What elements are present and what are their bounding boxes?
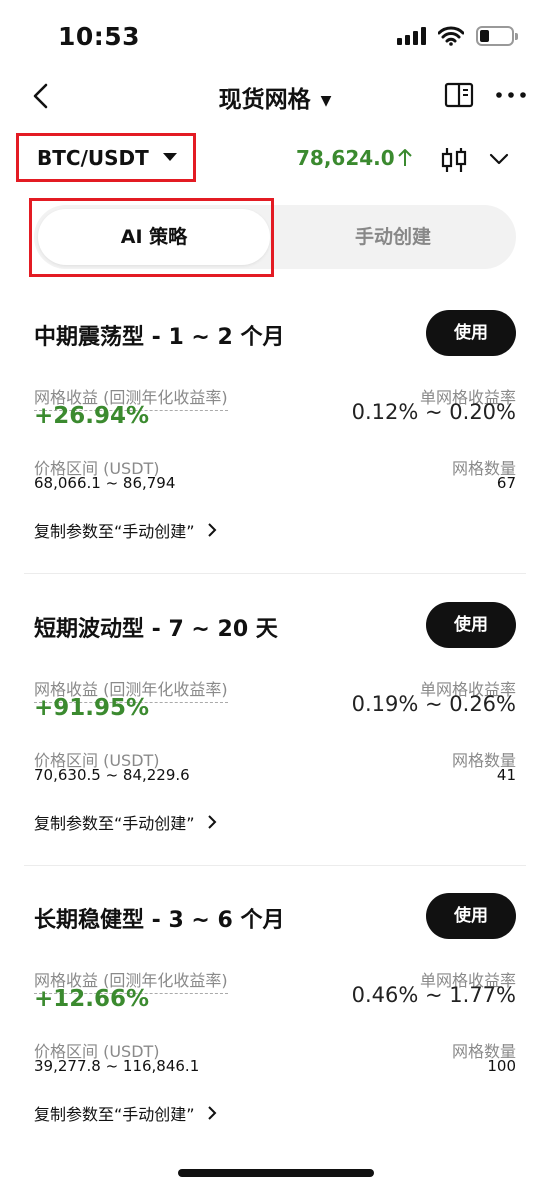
copy-params-label: 复制参数至“手动创建” <box>34 522 195 541</box>
chevron-right-icon <box>207 815 217 829</box>
range-value: 68,066.1 ~ 86,794 <box>34 474 176 492</box>
use-button[interactable]: 使用 <box>426 310 516 356</box>
candlestick-icon[interactable] <box>440 146 468 174</box>
tab-manual-create[interactable]: 手动创建 <box>274 209 512 265</box>
yield-value: +26.94% <box>34 403 150 429</box>
signal-icon <box>397 27 426 45</box>
more-icon[interactable] <box>494 80 528 110</box>
pair-symbol: BTC/USDT <box>37 146 149 170</box>
dropdown-caret-icon: ▼ <box>320 92 332 109</box>
chevron-right-icon <box>207 1106 217 1120</box>
chevron-down-icon[interactable] <box>488 150 510 168</box>
wifi-icon <box>438 26 464 46</box>
price-up-arrow-icon <box>398 149 412 166</box>
grid-count-value: 100 <box>487 1057 516 1075</box>
strategy-card: 中期震荡型 - 1 ~ 2 个月 使用 网格收益 (回测年化收益率) 单网格收益… <box>0 300 550 550</box>
grid-count-value: 67 <box>496 474 516 492</box>
strategy-title: 长期稳健型 - 3 ~ 6 个月 <box>34 908 285 933</box>
pair-selector[interactable]: BTC/USDT <box>16 133 196 182</box>
range-value: 39,277.8 ~ 116,846.1 <box>34 1057 200 1075</box>
per-grid-value: 0.46% ~ 1.77% <box>351 983 516 1007</box>
battery-icon <box>476 26 518 46</box>
copy-params-link[interactable]: 复制参数至“手动创建” <box>34 1101 217 1125</box>
nav-bar: 现货网格 ▼ <box>0 70 550 122</box>
tab-ai-strategy[interactable]: AI 策略 <box>38 209 270 265</box>
status-time: 10:53 <box>58 22 141 51</box>
copy-params-label: 复制参数至“手动创建” <box>34 1105 195 1124</box>
home-indicator[interactable] <box>178 1169 374 1177</box>
divider <box>24 573 526 574</box>
strategy-title: 中期震荡型 - 1 ~ 2 个月 <box>34 325 285 350</box>
chevron-right-icon <box>207 523 217 537</box>
copy-params-link[interactable]: 复制参数至“手动创建” <box>34 518 217 542</box>
page-title-text: 现货网格 <box>218 87 311 113</box>
strategy-tabs: AI 策略 手动创建 <box>34 205 516 269</box>
pair-dropdown-caret-icon <box>163 153 177 161</box>
book-icon[interactable] <box>444 80 474 110</box>
per-grid-value: 0.12% ~ 0.20% <box>351 400 516 424</box>
strategy-card: 短期波动型 - 7 ~ 20 天 使用 网格收益 (回测年化收益率) 单网格收益… <box>0 592 550 842</box>
strategy-card: 长期稳健型 - 3 ~ 6 个月 使用 网格收益 (回测年化收益率) 单网格收益… <box>0 883 550 1133</box>
divider <box>24 865 526 866</box>
yield-value: +91.95% <box>34 695 150 721</box>
copy-params-label: 复制参数至“手动创建” <box>34 814 195 833</box>
status-icons <box>397 26 518 46</box>
per-grid-value: 0.19% ~ 0.26% <box>351 692 516 716</box>
use-button[interactable]: 使用 <box>426 893 516 939</box>
yield-value: +12.66% <box>34 986 150 1012</box>
copy-params-link[interactable]: 复制参数至“手动创建” <box>34 810 217 834</box>
grid-count-value: 41 <box>496 766 516 784</box>
range-value: 70,630.5 ~ 84,229.6 <box>34 766 190 784</box>
current-price: 78,624.0 <box>296 146 395 170</box>
status-bar: 10:53 <box>0 0 550 70</box>
strategy-title: 短期波动型 - 7 ~ 20 天 <box>34 617 278 642</box>
use-button[interactable]: 使用 <box>426 602 516 648</box>
